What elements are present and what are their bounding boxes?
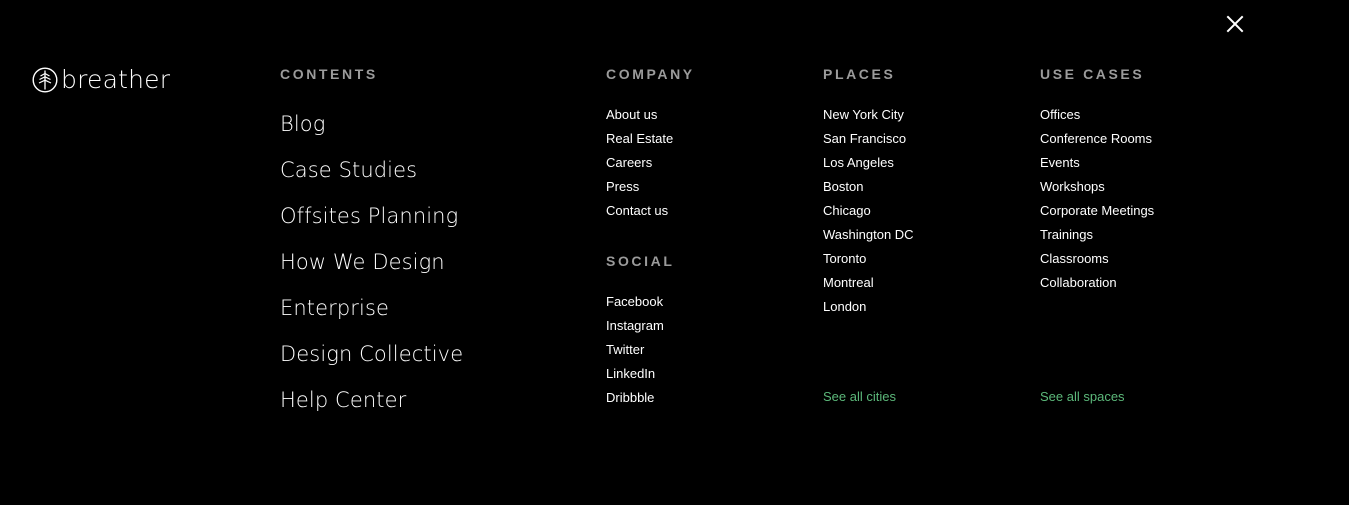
place-link-toronto[interactable]: Toronto (823, 251, 866, 266)
see-all-cities-link[interactable]: See all cities (823, 389, 896, 405)
list-item: Dribbble (606, 389, 664, 413)
place-link-new-york-city[interactable]: New York City (823, 107, 904, 122)
nav-link-blog[interactable]: Blog (280, 112, 325, 136)
list-item: Workshops (1040, 178, 1154, 202)
contents-list: Blog Case Studies Offsites Planning How … (280, 108, 463, 430)
company-link-real-estate[interactable]: Real Estate (606, 131, 673, 146)
company-link-press[interactable]: Press (606, 179, 639, 194)
list-item: London (823, 298, 914, 322)
list-item: Case Studies (280, 154, 463, 200)
list-item: Washington DC (823, 226, 914, 250)
use-cases-heading: USE CASES (1040, 66, 1145, 82)
use-case-link-classrooms[interactable]: Classrooms (1040, 251, 1109, 266)
social-link-twitter[interactable]: Twitter (606, 342, 644, 357)
company-link-contact-us[interactable]: Contact us (606, 203, 668, 218)
contents-heading: CONTENTS (280, 66, 378, 82)
list-item: Offsites Planning (280, 200, 463, 246)
social-list: Facebook Instagram Twitter LinkedIn Drib… (606, 293, 664, 413)
nav-link-how-we-design[interactable]: How We Design (280, 250, 445, 274)
place-link-san-francisco[interactable]: San Francisco (823, 131, 906, 146)
list-item: Corporate Meetings (1040, 202, 1154, 226)
place-link-boston[interactable]: Boston (823, 179, 863, 194)
nav-link-offsites-planning[interactable]: Offsites Planning (280, 204, 458, 228)
social-link-facebook[interactable]: Facebook (606, 294, 663, 309)
nav-link-help-center[interactable]: Help Center (280, 388, 406, 412)
list-item: How We Design (280, 246, 463, 292)
use-case-link-offices[interactable]: Offices (1040, 107, 1080, 122)
brand-logo[interactable]: breather (32, 66, 170, 94)
company-link-careers[interactable]: Careers (606, 155, 652, 170)
list-item: Boston (823, 178, 914, 202)
tree-logo-icon (32, 67, 58, 93)
nav-link-case-studies[interactable]: Case Studies (280, 158, 417, 182)
list-item: Blog (280, 108, 463, 154)
places-heading: PLACES (823, 66, 896, 82)
use-case-link-collaboration[interactable]: Collaboration (1040, 275, 1117, 290)
list-item: About us (606, 106, 673, 130)
list-item: Offices (1040, 106, 1154, 130)
list-item: LinkedIn (606, 365, 664, 389)
place-link-london[interactable]: London (823, 299, 866, 314)
list-item: Enterprise (280, 292, 463, 338)
list-item: Help Center (280, 384, 463, 430)
use-cases-list: Offices Conference Rooms Events Workshop… (1040, 106, 1154, 298)
list-item: New York City (823, 106, 914, 130)
use-case-link-events[interactable]: Events (1040, 155, 1080, 170)
use-case-link-corporate-meetings[interactable]: Corporate Meetings (1040, 203, 1154, 218)
list-item: Design Collective (280, 338, 463, 384)
use-case-link-conference-rooms[interactable]: Conference Rooms (1040, 131, 1152, 146)
nav-link-design-collective[interactable]: Design Collective (280, 342, 463, 366)
brand-name: breather (61, 65, 171, 94)
place-link-washington-dc[interactable]: Washington DC (823, 227, 914, 242)
list-item: Facebook (606, 293, 664, 317)
list-item: Collaboration (1040, 274, 1154, 298)
list-item: Toronto (823, 250, 914, 274)
place-link-montreal[interactable]: Montreal (823, 275, 874, 290)
navigation-overlay: breather CONTENTS Blog Case Studies Offs… (0, 0, 1349, 505)
use-case-link-workshops[interactable]: Workshops (1040, 179, 1105, 194)
close-button[interactable] (1224, 13, 1246, 35)
list-item: Press (606, 178, 673, 202)
close-icon (1226, 15, 1244, 33)
list-item: Instagram (606, 317, 664, 341)
list-item: Montreal (823, 274, 914, 298)
list-item: Twitter (606, 341, 664, 365)
company-heading: COMPANY (606, 66, 695, 82)
list-item: San Francisco (823, 130, 914, 154)
social-link-linkedin[interactable]: LinkedIn (606, 366, 655, 381)
places-list: New York City San Francisco Los Angeles … (823, 106, 914, 322)
social-link-dribbble[interactable]: Dribbble (606, 390, 654, 405)
list-item: Trainings (1040, 226, 1154, 250)
list-item: Los Angeles (823, 154, 914, 178)
list-item: Real Estate (606, 130, 673, 154)
nav-link-enterprise[interactable]: Enterprise (280, 296, 389, 320)
place-link-chicago[interactable]: Chicago (823, 203, 871, 218)
use-case-link-trainings[interactable]: Trainings (1040, 227, 1093, 242)
place-link-los-angeles[interactable]: Los Angeles (823, 155, 894, 170)
social-heading: SOCIAL (606, 253, 675, 269)
list-item: Classrooms (1040, 250, 1154, 274)
list-item: Conference Rooms (1040, 130, 1154, 154)
see-all-spaces-link[interactable]: See all spaces (1040, 389, 1125, 405)
company-link-about-us[interactable]: About us (606, 107, 657, 122)
list-item: Events (1040, 154, 1154, 178)
social-link-instagram[interactable]: Instagram (606, 318, 664, 333)
company-list: About us Real Estate Careers Press Conta… (606, 106, 673, 226)
list-item: Contact us (606, 202, 673, 226)
list-item: Chicago (823, 202, 914, 226)
list-item: Careers (606, 154, 673, 178)
